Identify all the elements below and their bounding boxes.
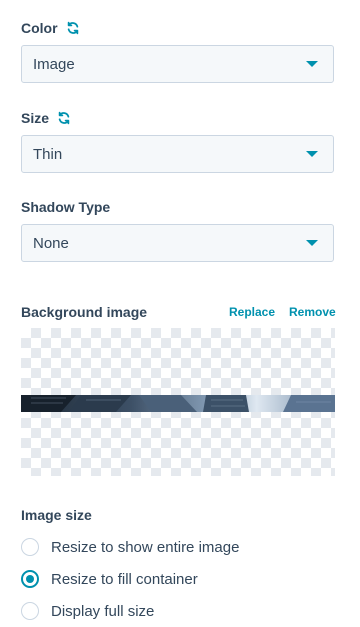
shadow-label: Shadow Type <box>21 199 111 215</box>
radio-label: Resize to show entire image <box>51 538 240 556</box>
remove-link[interactable]: Remove <box>289 305 336 319</box>
chevron-down-icon <box>306 240 318 246</box>
chevron-down-icon <box>306 61 318 67</box>
shadow-select-value: None <box>33 234 69 252</box>
image-size-label: Image size <box>21 507 92 523</box>
color-select[interactable]: Image <box>21 45 334 83</box>
background-image-label-text: Background image <box>21 304 148 320</box>
radio-option-entire[interactable]: Resize to show entire image <box>21 538 239 556</box>
radio-option-fill[interactable]: Resize to fill container <box>21 570 198 588</box>
reset-icon[interactable] <box>66 21 80 35</box>
radio-button[interactable] <box>21 602 39 620</box>
color-select-value: Image <box>33 55 75 73</box>
chevron-down-icon <box>306 151 318 157</box>
size-label: Size <box>21 110 50 126</box>
radio-label: Resize to fill container <box>51 570 198 588</box>
background-image-preview <box>21 328 335 476</box>
size-select-value: Thin <box>33 145 63 163</box>
radio-label: Display full size <box>51 602 155 620</box>
reset-icon[interactable] <box>57 111 71 125</box>
shadow-section-label: Shadow Type <box>21 199 110 215</box>
background-image-thumbnail <box>21 395 335 412</box>
color-label: Color <box>21 20 58 36</box>
shadow-select[interactable]: None <box>21 224 334 262</box>
image-size-label-text: Image size <box>21 507 92 523</box>
size-section-label: Size <box>21 110 71 126</box>
replace-link[interactable]: Replace <box>229 305 275 319</box>
radio-button[interactable] <box>21 538 39 556</box>
radio-button-selected[interactable] <box>21 570 39 588</box>
color-section-label: Color <box>21 20 80 36</box>
radio-option-full[interactable]: Display full size <box>21 602 154 620</box>
size-select[interactable]: Thin <box>21 135 334 173</box>
background-image-label: Background image <box>21 304 147 320</box>
